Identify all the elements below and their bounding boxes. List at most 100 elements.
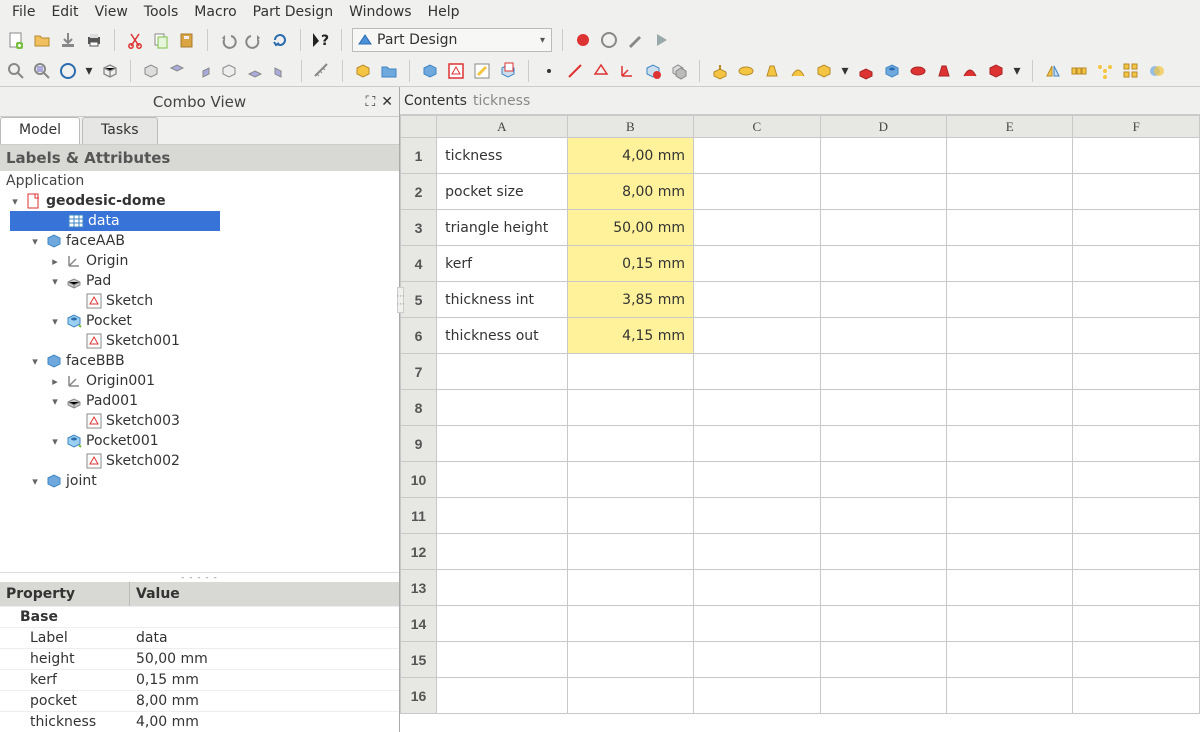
- row-header[interactable]: 15: [401, 642, 437, 678]
- expand-icon[interactable]: ▾: [48, 395, 62, 408]
- subsweep-icon[interactable]: [960, 61, 980, 81]
- view-front-icon[interactable]: [141, 61, 161, 81]
- tree-node-sketch003[interactable]: Sketch003: [0, 411, 399, 431]
- menu-help[interactable]: Help: [422, 2, 466, 22]
- copy-icon[interactable]: [151, 30, 171, 50]
- col-header-C[interactable]: C: [694, 116, 820, 138]
- prop-key[interactable]: Label: [0, 628, 130, 648]
- edit-macro-icon[interactable]: [625, 30, 645, 50]
- datum-cs-icon[interactable]: [617, 61, 637, 81]
- expand-icon[interactable]: ▸: [48, 375, 62, 388]
- cell[interactable]: [947, 210, 1073, 246]
- expand-icon[interactable]: ▾: [28, 355, 42, 368]
- expand-icon[interactable]: ▾: [28, 235, 42, 248]
- cell[interactable]: [694, 570, 820, 606]
- cell[interactable]: [947, 498, 1073, 534]
- body-icon[interactable]: [420, 61, 440, 81]
- cell[interactable]: [694, 318, 820, 354]
- view-top-icon[interactable]: [167, 61, 187, 81]
- row-header[interactable]: 3: [401, 210, 437, 246]
- sketch-icon[interactable]: [446, 61, 466, 81]
- groove-icon[interactable]: [908, 61, 928, 81]
- cell[interactable]: [437, 354, 567, 390]
- tree-node-pad001[interactable]: ▾Pad001: [0, 391, 399, 411]
- expand-icon[interactable]: ▾: [8, 195, 22, 208]
- sub-prim-icon[interactable]: [986, 61, 1006, 81]
- cell[interactable]: [1073, 462, 1200, 498]
- stop-record-icon[interactable]: [599, 30, 619, 50]
- cell[interactable]: [694, 642, 820, 678]
- additive-prim-icon[interactable]: [814, 61, 834, 81]
- cell[interactable]: [1073, 678, 1200, 714]
- expand-icon[interactable]: ▾: [28, 475, 42, 488]
- datum-point-icon[interactable]: [539, 61, 559, 81]
- menu-macro[interactable]: Macro: [188, 2, 242, 22]
- cell[interactable]: [1073, 174, 1200, 210]
- cell[interactable]: [947, 138, 1073, 174]
- cell[interactable]: [820, 462, 946, 498]
- cell[interactable]: [1073, 426, 1200, 462]
- expand-icon[interactable]: ▾: [48, 435, 62, 448]
- prop-value[interactable]: 50,00 mm: [130, 649, 399, 669]
- cell[interactable]: [947, 174, 1073, 210]
- cell[interactable]: [820, 246, 946, 282]
- cell[interactable]: [567, 498, 693, 534]
- tree-node-faceaab[interactable]: ▾faceAAB: [0, 231, 399, 251]
- cell[interactable]: [820, 570, 946, 606]
- cell[interactable]: [567, 390, 693, 426]
- tab-tasks[interactable]: Tasks: [82, 117, 158, 144]
- cell[interactable]: [947, 606, 1073, 642]
- cell[interactable]: [567, 354, 693, 390]
- cell[interactable]: [947, 678, 1073, 714]
- zoom-sel-icon[interactable]: [32, 61, 52, 81]
- cell[interactable]: [820, 174, 946, 210]
- cell[interactable]: 4,15 mm: [567, 318, 693, 354]
- loft-icon[interactable]: [762, 61, 782, 81]
- menu-edit[interactable]: Edit: [45, 2, 84, 22]
- row-header[interactable]: 6: [401, 318, 437, 354]
- view-rear-icon[interactable]: [219, 61, 239, 81]
- cell[interactable]: [947, 426, 1073, 462]
- drawstyle-icon[interactable]: [58, 61, 78, 81]
- cell[interactable]: [437, 462, 567, 498]
- cell[interactable]: [694, 462, 820, 498]
- cell[interactable]: [437, 570, 567, 606]
- cell[interactable]: [694, 354, 820, 390]
- tree-node-origin001[interactable]: ▸Origin001: [0, 371, 399, 391]
- view-bottom-icon[interactable]: [245, 61, 265, 81]
- redo-icon[interactable]: [244, 30, 264, 50]
- cell[interactable]: [567, 462, 693, 498]
- cell[interactable]: tickness: [437, 138, 567, 174]
- additive-menu-icon[interactable]: ▾: [840, 61, 850, 81]
- tree-node-joint[interactable]: ▾joint: [0, 471, 399, 491]
- record-icon[interactable]: [573, 30, 593, 50]
- open-icon[interactable]: [32, 30, 52, 50]
- clone-icon[interactable]: [669, 61, 689, 81]
- cell[interactable]: [694, 606, 820, 642]
- row-header[interactable]: 16: [401, 678, 437, 714]
- expand-icon[interactable]: ▾: [48, 315, 62, 328]
- cell[interactable]: [820, 210, 946, 246]
- view-right-icon[interactable]: [193, 61, 213, 81]
- refresh-icon[interactable]: [270, 30, 290, 50]
- panel-grip[interactable]: ⋮⋮: [397, 287, 404, 313]
- col-header-E[interactable]: E: [947, 116, 1073, 138]
- datum-line-icon[interactable]: [565, 61, 585, 81]
- cell[interactable]: [820, 282, 946, 318]
- shapebinder-icon[interactable]: [643, 61, 663, 81]
- cell[interactable]: [567, 606, 693, 642]
- cell[interactable]: [947, 642, 1073, 678]
- tree-node-geodesic-dome[interactable]: ▾geodesic-dome: [0, 191, 399, 211]
- cell[interactable]: [1073, 570, 1200, 606]
- expand-icon[interactable]: ▾: [48, 275, 62, 288]
- cell[interactable]: [567, 642, 693, 678]
- menu-windows[interactable]: Windows: [343, 2, 418, 22]
- editsk-icon[interactable]: [472, 61, 492, 81]
- cell[interactable]: [437, 606, 567, 642]
- cell[interactable]: [947, 354, 1073, 390]
- cell[interactable]: [820, 678, 946, 714]
- linear-pattern-icon[interactable]: [1069, 61, 1089, 81]
- datum-plane-icon[interactable]: [591, 61, 611, 81]
- cell[interactable]: [437, 390, 567, 426]
- cell[interactable]: 3,85 mm: [567, 282, 693, 318]
